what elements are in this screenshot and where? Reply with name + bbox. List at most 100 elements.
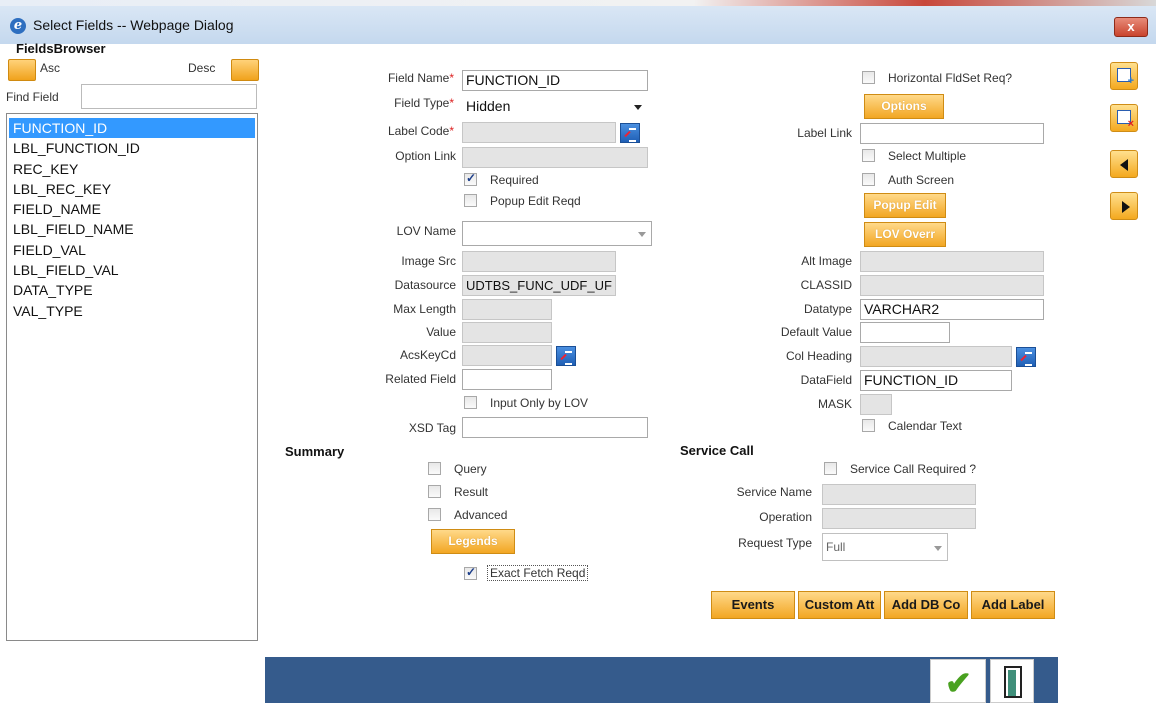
list-item[interactable]: FUNCTION_ID bbox=[9, 118, 255, 139]
calendar-text-label: Calendar Text bbox=[888, 419, 962, 433]
mask-label: MASK bbox=[817, 397, 852, 411]
label-code-label: Label Code* bbox=[387, 124, 454, 138]
arrow-left-icon[interactable] bbox=[1110, 150, 1138, 178]
image-src-input[interactable] bbox=[462, 251, 616, 272]
list-item[interactable]: LBL_REC_KEY bbox=[9, 179, 255, 199]
auth-screen-label: Auth Screen bbox=[888, 173, 955, 187]
list-item[interactable]: FIELD_NAME bbox=[9, 199, 255, 219]
max-length-label: Max Length bbox=[393, 302, 456, 316]
required-label: Required bbox=[490, 173, 539, 187]
find-field-input[interactable] bbox=[81, 84, 257, 109]
events-button[interactable]: Events bbox=[711, 591, 795, 619]
list-item[interactable]: LBL_FUNCTION_ID bbox=[9, 138, 255, 158]
background-window-strip bbox=[0, 0, 1156, 6]
col-heading-label: Col Heading bbox=[785, 349, 852, 363]
data-field-label: DataField bbox=[800, 373, 852, 387]
exact-fetch-label: Exact Fetch Reqd bbox=[487, 565, 589, 581]
fields-browser-title: FieldsBrowser bbox=[16, 41, 106, 56]
popup-edit-button[interactable]: Popup Edit bbox=[864, 193, 946, 218]
lov-name-label: LOV Name bbox=[396, 224, 456, 238]
data-field-input[interactable]: FUNCTION_ID bbox=[860, 370, 1012, 391]
acs-key-cd-label: AcsKeyCd bbox=[399, 348, 456, 362]
value-input[interactable] bbox=[462, 322, 552, 343]
legends-button[interactable]: Legends bbox=[431, 529, 515, 554]
calendar-text-checkbox[interactable] bbox=[862, 419, 875, 432]
acs-key-cd-lookup-icon[interactable] bbox=[556, 346, 576, 366]
query-checkbox[interactable] bbox=[428, 462, 441, 475]
field-type-label: Field Type* bbox=[394, 96, 454, 110]
input-only-by-lov-checkbox[interactable] bbox=[464, 396, 477, 409]
datasource-label: Datasource bbox=[394, 278, 456, 292]
horizontal-fldset-label: Horizontal FldSet Req? bbox=[888, 71, 1013, 85]
arrow-right-icon[interactable] bbox=[1110, 192, 1138, 220]
xsd-tag-label: XSD Tag bbox=[408, 421, 456, 435]
field-name-label: Field Name* bbox=[387, 71, 454, 85]
summary-title: Summary bbox=[285, 444, 345, 459]
field-name-input[interactable]: FUNCTION_ID bbox=[462, 70, 648, 91]
add-label-button[interactable]: Add Label bbox=[971, 591, 1055, 619]
delete-row-icon[interactable]: × bbox=[1110, 104, 1138, 132]
list-item[interactable]: FIELD_VAL bbox=[9, 240, 255, 260]
label-link-input[interactable] bbox=[860, 123, 1044, 144]
advanced-checkbox[interactable] bbox=[428, 508, 441, 521]
sort-desc-button[interactable] bbox=[231, 59, 259, 81]
label-code-lookup-icon[interactable] bbox=[620, 123, 640, 143]
max-length-input[interactable] bbox=[462, 299, 552, 320]
add-row-icon[interactable]: + bbox=[1110, 62, 1138, 90]
option-link-label: Option Link bbox=[395, 149, 456, 163]
select-multiple-checkbox[interactable] bbox=[862, 149, 875, 162]
datatype-input[interactable]: VARCHAR2 bbox=[860, 299, 1044, 320]
service-call-title: Service Call bbox=[680, 443, 754, 458]
custom-att-button[interactable]: Custom Att bbox=[798, 591, 881, 619]
window-title: Select Fields -- Webpage Dialog bbox=[33, 17, 234, 33]
add-db-col-button[interactable]: Add DB Co bbox=[884, 591, 968, 619]
field-type-select[interactable]: Hidden bbox=[462, 94, 648, 119]
sort-desc-label[interactable]: Desc bbox=[188, 61, 215, 75]
acs-key-cd-input[interactable] bbox=[462, 345, 552, 366]
service-call-required-checkbox[interactable] bbox=[824, 462, 837, 475]
default-value-label: Default Value bbox=[780, 325, 852, 339]
options-button[interactable]: Options bbox=[864, 94, 944, 119]
ok-check-icon[interactable]: ✔ bbox=[930, 659, 986, 703]
lov-name-select[interactable] bbox=[462, 221, 652, 246]
default-value-input[interactable] bbox=[860, 322, 950, 343]
related-field-input[interactable] bbox=[462, 369, 552, 390]
list-item[interactable]: LBL_FIELD_NAME bbox=[9, 219, 255, 239]
auth-screen-checkbox[interactable] bbox=[862, 173, 875, 186]
lov-overr-button[interactable]: LOV Overr bbox=[864, 222, 946, 247]
list-item[interactable]: VAL_TYPE bbox=[9, 301, 255, 321]
request-type-label: Request Type bbox=[738, 536, 812, 550]
required-checkbox[interactable] bbox=[464, 171, 477, 186]
list-item[interactable]: DATA_TYPE bbox=[9, 280, 255, 300]
datasource-input[interactable]: UDTBS_FUNC_UDF_UF bbox=[462, 275, 616, 296]
col-heading-input[interactable] bbox=[860, 346, 1012, 367]
label-code-input[interactable] bbox=[462, 122, 616, 143]
list-item[interactable]: REC_KEY bbox=[9, 159, 255, 179]
xsd-tag-input[interactable] bbox=[462, 417, 648, 438]
horizontal-fldset-checkbox[interactable] bbox=[862, 71, 875, 84]
related-field-label: Related Field bbox=[385, 372, 456, 386]
exit-door-icon[interactable] bbox=[990, 659, 1034, 703]
service-name-input[interactable] bbox=[822, 484, 976, 505]
option-link-input[interactable] bbox=[462, 147, 648, 168]
sort-asc-button[interactable] bbox=[8, 59, 36, 81]
operation-input[interactable] bbox=[822, 508, 976, 529]
service-call-required-label: Service Call Required ? bbox=[850, 462, 977, 476]
sort-asc-label[interactable]: Asc bbox=[40, 61, 60, 75]
input-only-by-lov-label: Input Only by LOV bbox=[490, 396, 589, 410]
mask-input[interactable] bbox=[860, 394, 892, 415]
query-label: Query bbox=[454, 462, 487, 476]
label-link-label: Label Link bbox=[797, 126, 852, 140]
close-button[interactable]: x bbox=[1114, 17, 1148, 37]
field-list[interactable]: FUNCTION_ID LBL_FUNCTION_ID REC_KEY LBL_… bbox=[6, 113, 258, 641]
exact-fetch-checkbox[interactable] bbox=[464, 565, 477, 580]
classid-input[interactable] bbox=[860, 275, 1044, 296]
ie-icon: e bbox=[10, 18, 26, 34]
col-heading-lookup-icon[interactable] bbox=[1016, 347, 1036, 367]
alt-image-input[interactable] bbox=[860, 251, 1044, 272]
request-type-select[interactable]: Full bbox=[822, 533, 948, 561]
result-checkbox[interactable] bbox=[428, 485, 441, 498]
operation-label: Operation bbox=[759, 510, 812, 524]
list-item[interactable]: LBL_FIELD_VAL bbox=[9, 260, 255, 280]
popup-edit-reqd-checkbox[interactable] bbox=[464, 194, 477, 207]
